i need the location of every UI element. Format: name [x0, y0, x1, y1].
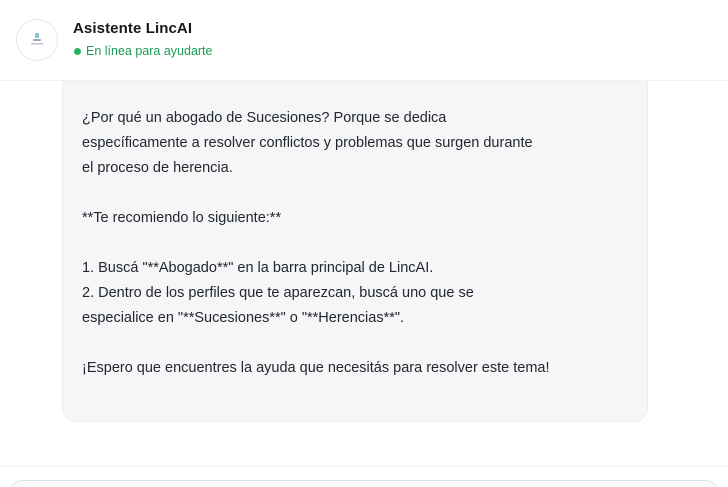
message-line: 1. Buscá "**Abogado**" en la barra princ… [82, 260, 434, 276]
message-paragraph: ¿Por qué un abogado de Sucesiones? Porqu… [82, 106, 637, 181]
message-line: el proceso de herencia. [82, 160, 233, 176]
assistant-message-bubble: ¿Por qué un abogado de Sucesiones? Porqu… [62, 81, 648, 422]
message-paragraph: 1. Buscá "**Abogado**" en la barra princ… [82, 256, 637, 331]
status-indicator: En línea para ayudarte [74, 44, 212, 58]
message-line: especialice en "**Sucesiones**" o "**Her… [82, 310, 405, 326]
message-paragraph: ¡Espero que encuentres la ayuda que nece… [82, 356, 637, 381]
message-line: 2. Dentro de los perfiles que te aparezc… [82, 285, 474, 301]
message-list[interactable]: ¿Por qué un abogado de Sucesiones? Porqu… [0, 81, 728, 466]
message-paragraph: **Te recomiendo lo siguiente:** [82, 206, 637, 231]
message-text: ¿Por qué un abogado de Sucesiones? Porqu… [82, 106, 637, 381]
assistant-avatar [16, 19, 58, 61]
message-input[interactable] [10, 480, 718, 487]
message-line: ¡Espero que encuentres la ayuda que nece… [82, 360, 550, 376]
message-line: ¿Por qué un abogado de Sucesiones? Porqu… [82, 110, 447, 126]
chat-header: Asistente LincAI En línea para ayudarte [0, 0, 728, 81]
lincai-logo-icon [31, 33, 43, 45]
message-line: específicamente a resolver conflictos y … [82, 135, 533, 151]
composer-divider [0, 466, 728, 467]
message-line: **Te recomiendo lo siguiente:** [82, 210, 282, 226]
assistant-name: Asistente LincAI [73, 20, 193, 37]
chat-window: Asistente LincAI En línea para ayudarte … [0, 0, 728, 487]
status-text: En línea para ayudarte [86, 44, 213, 58]
online-dot-icon [74, 47, 81, 55]
